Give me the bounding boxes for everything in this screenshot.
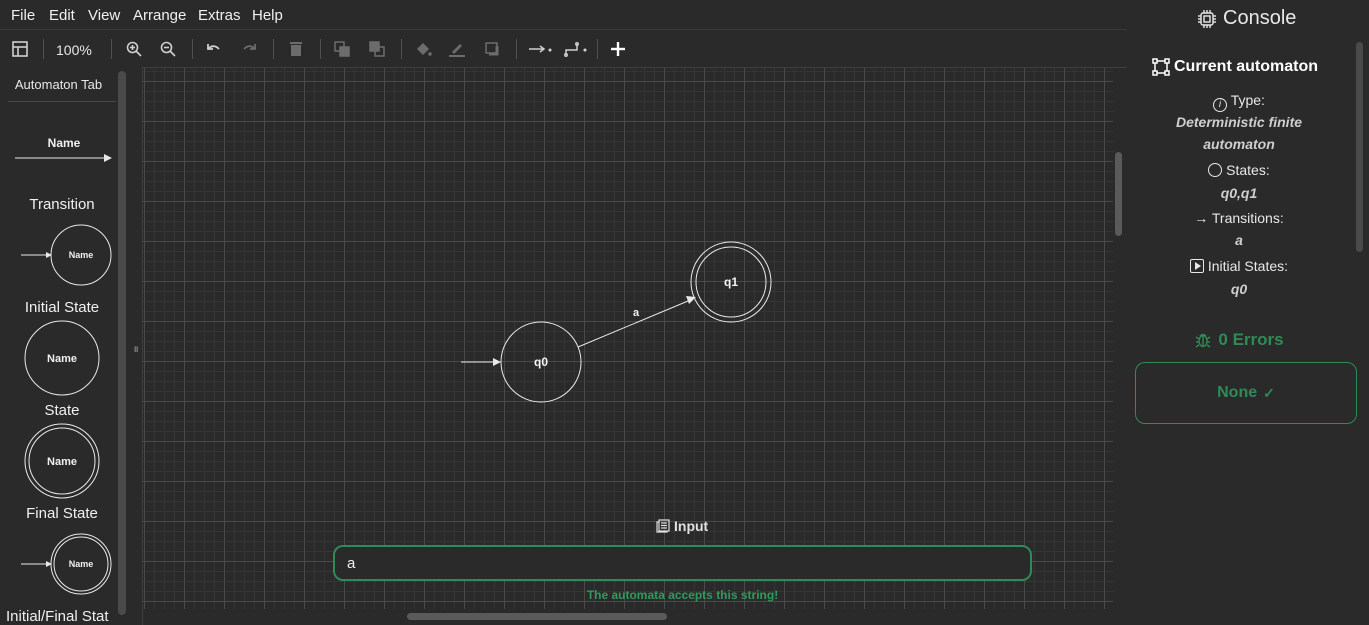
- zoom-out-icon[interactable]: [157, 39, 179, 59]
- zoom-in-icon[interactable]: [123, 39, 145, 59]
- menu-arrange[interactable]: Arrange: [133, 7, 186, 24]
- toolbar-separator: [111, 39, 112, 59]
- none-label: None: [1217, 384, 1258, 401]
- shape-label: Name: [48, 136, 81, 150]
- toolbar-separator: [192, 39, 193, 59]
- sidebar-title: Automaton Tab: [14, 77, 103, 92]
- type-value-line2: automaton: [1203, 136, 1275, 152]
- automaton-diagram: q0 a q1: [461, 241, 772, 403]
- initial-label-row: Initial States:: [1127, 258, 1351, 274]
- diagram-canvas[interactable]: q0 a q1: [142, 67, 1128, 625]
- toolbar: 100%: [0, 31, 1127, 67]
- bug-icon: [1196, 333, 1211, 348]
- sidebar-item-state: State: [44, 402, 80, 419]
- menu-view[interactable]: View: [88, 7, 120, 24]
- initial-state-shape[interactable]: Name: [18, 223, 114, 287]
- toolbar-separator: [43, 39, 44, 59]
- states-value: q0,q1: [1220, 185, 1258, 201]
- state-q0-label: q0: [534, 355, 548, 369]
- shape-label: Name: [47, 456, 77, 468]
- state-shape[interactable]: Name: [23, 319, 103, 397]
- console-title: Console: [1197, 7, 1296, 30]
- console-title-text: Console: [1223, 7, 1297, 29]
- type-value-line1: Deterministic finite: [1175, 114, 1303, 130]
- circle-icon: [1208, 163, 1223, 177]
- toolbar-separator: [320, 39, 321, 59]
- transition-shape[interactable]: Name: [12, 133, 114, 167]
- sidebar-resize-handle[interactable]: ॥: [133, 342, 138, 354]
- sidebar-item-initial-final-state: Initial/Final Stat: [6, 608, 109, 625]
- initial-arrow-head: [493, 358, 501, 366]
- toolbar-separator: [273, 39, 274, 59]
- connection-icon[interactable]: [527, 39, 553, 59]
- check-icon: ✓: [1263, 384, 1275, 401]
- shape-label: Name: [47, 353, 77, 365]
- delete-icon[interactable]: [285, 39, 307, 59]
- toolbar-separator: [597, 39, 598, 59]
- errors-list-box: None ✓: [1135, 362, 1357, 424]
- insert-icon[interactable]: [607, 39, 629, 59]
- input-title-text: Input: [674, 518, 709, 534]
- initial-final-state-shape[interactable]: Name: [18, 532, 114, 596]
- redo-icon[interactable]: [238, 39, 260, 59]
- shape-label: Name: [69, 250, 94, 260]
- menu-extras[interactable]: Extras: [198, 7, 241, 24]
- type-label-row: i Type:: [1127, 92, 1351, 112]
- sidebar-item-final-state: Final State: [26, 505, 98, 522]
- menu-help[interactable]: Help: [252, 7, 283, 24]
- sidebar-item-transition: Transition: [29, 196, 95, 213]
- undo-icon[interactable]: [203, 39, 225, 59]
- format-panel-icon[interactable]: [9, 39, 31, 59]
- current-automaton-title-text: Current automaton: [1174, 58, 1318, 75]
- shape-label: Name: [69, 559, 94, 569]
- menu-bar: File Edit View Arrange Extras Help: [0, 0, 1127, 30]
- errors-count: 0 Errors: [1127, 330, 1351, 350]
- bounding-box-icon: [1152, 58, 1170, 76]
- transitions-label-row: → Transitions:: [1127, 210, 1351, 226]
- to-front-icon[interactable]: [331, 39, 353, 59]
- menu-file[interactable]: File: [11, 7, 35, 24]
- final-state-shape[interactable]: Name: [23, 422, 103, 500]
- state-q1-label: q1: [724, 275, 738, 289]
- canvas-horizontal-scrollbar[interactable]: [407, 613, 667, 620]
- shadow-icon[interactable]: [481, 39, 503, 59]
- input-string-field[interactable]: [333, 545, 1032, 581]
- toolbar-separator: [401, 39, 402, 59]
- sidebar-item-initial-state: Initial State: [24, 299, 100, 316]
- transitions-value: a: [1235, 232, 1243, 248]
- document-icon: [656, 519, 670, 533]
- acceptance-status: The automata accepts this string!: [586, 588, 779, 602]
- zoom-level[interactable]: 100%: [56, 42, 92, 58]
- to-back-icon[interactable]: [366, 39, 388, 59]
- states-label-row: States:: [1127, 162, 1351, 178]
- transition-label: a: [633, 307, 640, 319]
- menu-edit[interactable]: Edit: [49, 7, 75, 24]
- toolbar-separator: [516, 39, 517, 59]
- play-square-icon: [1189, 259, 1204, 273]
- sidebar-scrollbar[interactable]: [118, 71, 126, 615]
- canvas-margin: [1113, 68, 1128, 625]
- input-title: Input: [656, 518, 708, 534]
- waypoints-icon[interactable]: [562, 39, 588, 59]
- console-panel: Console Current automaton i Type: Determ…: [1127, 0, 1369, 625]
- fill-color-icon[interactable]: [412, 39, 434, 59]
- transitions-label: Transitions:: [1211, 210, 1284, 226]
- states-label: States:: [1226, 162, 1270, 178]
- sidebar-divider: [8, 101, 116, 102]
- initial-states-value: q0: [1230, 281, 1248, 297]
- current-automaton-title: Current automaton: [1152, 58, 1318, 76]
- initial-states-label: Initial States:: [1207, 258, 1289, 274]
- line-color-icon[interactable]: [446, 39, 468, 59]
- chip-icon: [1198, 9, 1216, 28]
- shapes-sidebar: Automaton Tab Name Transition Name Initi…: [0, 67, 130, 625]
- errors-count-text: 0 Errors: [1218, 330, 1284, 349]
- info-icon: i: [1213, 98, 1228, 112]
- type-label: Type:: [1230, 92, 1265, 108]
- arrow-right-icon: →: [1194, 210, 1209, 226]
- canvas-vertical-scrollbar[interactable]: [1115, 152, 1122, 236]
- console-scrollbar[interactable]: [1356, 42, 1363, 252]
